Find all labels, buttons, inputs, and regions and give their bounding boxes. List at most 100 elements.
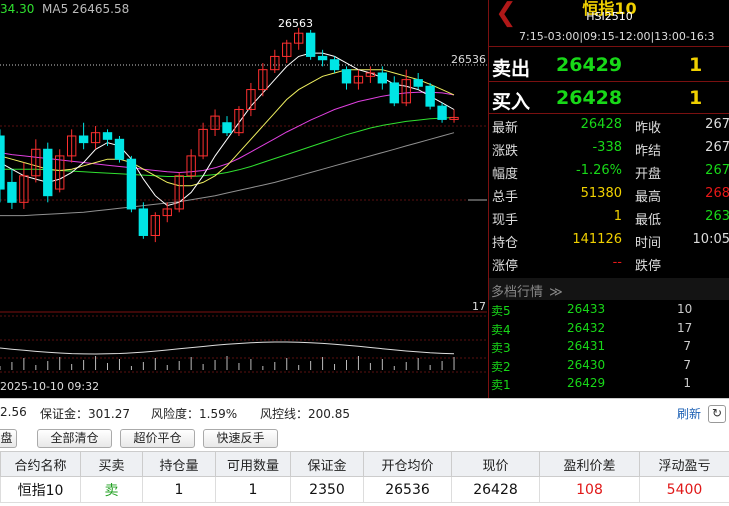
table-cell: 108 [539, 476, 640, 503]
depth-label: 卖1 [491, 378, 511, 392]
depth-label: 卖3 [491, 341, 511, 355]
candle-body [138, 208, 149, 236]
candle-body [43, 148, 53, 197]
depth-row[interactable]: 卖1 26429 1 [489, 376, 729, 394]
quote-panel: ❮ 恒指10 HSI2510 7:15-03:00|09:15-12:00|13… [488, 0, 729, 398]
depth-price: 26429 [567, 376, 606, 390]
kline-chart[interactable]: 34.30 MA5 26465.58 26563 26536 17 2025-1… [0, 0, 487, 398]
stat-value: 263 [705, 209, 729, 224]
divider [489, 81, 729, 82]
positions-table: 合约名称 买卖 持仓量 可用数量 保证金 开仓均价 现价 盈利价差 浮动盈亏 恒指10 卖 1 1 23… [0, 451, 729, 503]
column-header[interactable]: 现价 [451, 451, 540, 477]
chevron-down-icon[interactable]: ≫ [549, 285, 563, 300]
close-all-button[interactable]: 全部清仓 [37, 429, 112, 448]
candle-body [7, 181, 17, 203]
column-header[interactable]: 合约名称 [0, 451, 81, 477]
candle-body [305, 32, 316, 57]
quick-reverse-button[interactable]: 快速反手 [203, 429, 278, 448]
candle-body [114, 138, 125, 160]
candle-body [437, 105, 447, 120]
candle-body [377, 72, 388, 84]
table-body: 恒指10 卖 1 1 2350 26536 26428 108 5400 [0, 476, 729, 503]
depth-volume: 7 [683, 357, 691, 372]
depth-volume: 17 [677, 320, 693, 335]
kline-chart-svg[interactable] [0, 0, 487, 398]
candle-body [425, 85, 435, 107]
depth-row[interactable]: 卖2 26430 7 [489, 358, 729, 376]
stat-label: 昨结 [635, 144, 662, 159]
depth-volume: 7 [683, 339, 691, 353]
stat-right-2: 开盘 267 [489, 163, 729, 185]
contract-code: HSI2510 [586, 10, 633, 23]
column-header[interactable]: 可用数量 [215, 451, 291, 477]
column-header[interactable]: 浮动盈亏 [639, 451, 729, 477]
stat-value: 10:05 [692, 232, 729, 247]
sell-quote-row[interactable]: 卖出 26429 1 [489, 50, 729, 80]
stat-right-6: 跌停 [489, 255, 729, 277]
table-cell: 26536 [363, 476, 452, 503]
table-row[interactable]: 恒指10 卖 1 1 2350 26536 26428 108 5400 [0, 476, 729, 503]
table-cell: 2350 [290, 476, 364, 503]
risk-value: 风险度：1.59% [151, 407, 238, 421]
stat-value: 267 [705, 117, 729, 132]
sell-price: 26429 [556, 54, 623, 76]
candle-body [222, 122, 232, 134]
stat-label: 最低 [635, 213, 662, 228]
candle-body [126, 158, 137, 210]
divider [489, 46, 729, 47]
over-price-close-button[interactable]: 超价平仓 [120, 429, 195, 448]
stat-label: 昨收 [635, 121, 662, 136]
depth-price: 26431 [567, 339, 606, 353]
buy-label: 买入 [492, 91, 531, 113]
candle-body [317, 55, 328, 61]
stat-value: 267 [705, 140, 729, 155]
depth-row[interactable]: 卖4 26432 17 [489, 321, 729, 339]
stat-label: 时间 [635, 236, 662, 251]
candle-body [78, 135, 89, 144]
close-tab-button[interactable]: 盘 [0, 429, 17, 448]
column-header[interactable]: 买卖 [80, 451, 143, 477]
trading-hours: 7:15-03:00|09:15-12:00|13:00-16:3 [519, 30, 715, 43]
depth-label: 卖4 [491, 322, 511, 337]
balance-value: 2.56 [0, 405, 27, 419]
stat-value: 268 [705, 186, 729, 201]
table-cell: 26428 [451, 476, 540, 503]
margin-value: 保证金：301.27 [40, 407, 130, 421]
table-cell: 1 [142, 476, 216, 503]
indicator-line [0, 341, 455, 355]
buy-price: 26428 [556, 87, 623, 109]
sell-volume: 1 [689, 54, 703, 76]
column-header[interactable]: 盈利价差 [539, 451, 640, 477]
buy-quote-row[interactable]: 买入 26428 1 [489, 83, 729, 113]
depth-row[interactable]: 卖3 26431 7 [489, 339, 729, 357]
stat-right-3: 最高 268 [489, 186, 729, 208]
depth-volume: 1 [683, 376, 691, 390]
candle-body [329, 59, 340, 71]
table-header-row: 合约名称 买卖 持仓量 可用数量 保证金 开仓均价 现价 盈利价差 浮动盈亏 [0, 451, 729, 477]
positions-table-wrap: 合约名称 买卖 持仓量 可用数量 保证金 开仓均价 现价 盈利价差 浮动盈亏 恒指10 卖 1 1 23… [0, 451, 729, 506]
table-cell: 5400 [639, 476, 729, 503]
candle-body [341, 69, 352, 84]
stat-label: 开盘 [635, 167, 662, 182]
volume-axis-label: 17 [472, 300, 486, 313]
stat-label: 最高 [635, 190, 662, 205]
high-price-label: 26563 [278, 17, 313, 30]
risk-line-value: 风控线：200.85 [260, 407, 350, 421]
column-header[interactable]: 保证金 [290, 451, 364, 477]
sell-label: 卖出 [492, 58, 531, 80]
stat-right-4: 最低 263 [489, 209, 729, 231]
refresh-icon[interactable]: ↻ [708, 405, 726, 423]
depth-volume: 10 [677, 302, 693, 316]
column-header[interactable]: 开仓均价 [363, 451, 452, 477]
account-bar: 2.56 保证金：301.27 风险度：1.59% 风控线：200.85 刷新 … [0, 398, 729, 425]
candle-body [413, 79, 423, 87]
chart-timestamp: 2025-10-10 09:32 [0, 380, 100, 393]
depth-header[interactable]: 多档行情 ≫ [489, 278, 729, 300]
refresh-link[interactable]: 刷新 [677, 405, 701, 422]
candle-body [0, 135, 5, 190]
depth-row[interactable]: 卖5 26433 10 [489, 302, 729, 320]
stat-right-5: 时间 10:05 [489, 232, 729, 254]
candle-body [389, 82, 399, 104]
column-header[interactable]: 持仓量 [142, 451, 216, 477]
stat-right-1: 昨结 267 [489, 140, 729, 162]
